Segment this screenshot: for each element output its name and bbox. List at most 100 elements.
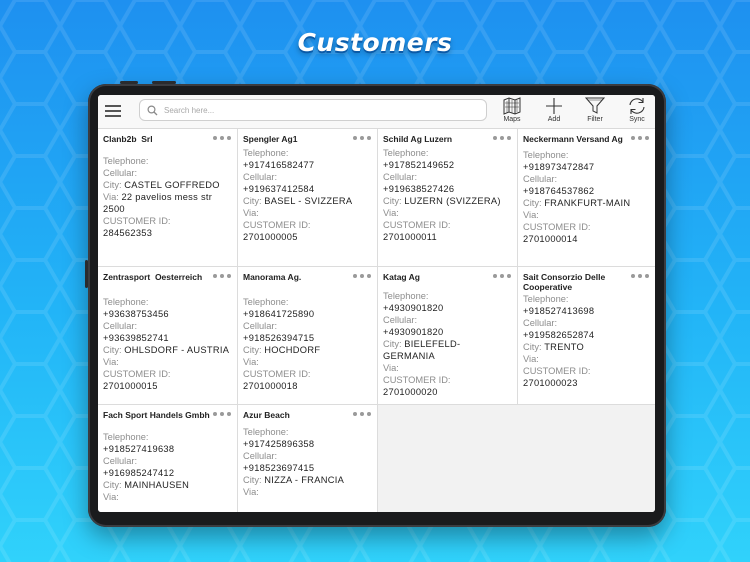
add-button[interactable]: Add bbox=[537, 96, 571, 127]
more-dots-icon[interactable] bbox=[353, 134, 373, 142]
more-dots-icon[interactable] bbox=[493, 272, 513, 280]
via-label: Via: bbox=[243, 208, 259, 218]
customer-id-value: 2701000020 bbox=[383, 387, 438, 397]
more-dots-icon[interactable] bbox=[493, 134, 513, 142]
cellular-value: +916985247412 bbox=[103, 468, 175, 478]
city-value: BASEL - SVIZZERA bbox=[264, 196, 353, 206]
telephone-label: Telephone: bbox=[383, 291, 429, 301]
via-label: Via: bbox=[103, 492, 119, 502]
customer-name: Clanb2b Srl bbox=[103, 134, 153, 144]
more-dots-icon[interactable] bbox=[213, 134, 233, 142]
telephone-label: Telephone: bbox=[523, 150, 569, 160]
filter-label: Filter bbox=[587, 116, 603, 123]
via-label: Via: bbox=[243, 487, 259, 497]
more-dots-icon[interactable] bbox=[353, 410, 373, 418]
cellular-value: +918523697415 bbox=[243, 463, 315, 473]
telephone-value: +4930901820 bbox=[383, 303, 444, 313]
telephone-value: +918973472847 bbox=[523, 162, 595, 172]
search-input[interactable] bbox=[164, 102, 474, 118]
cellular-value: +4930901820 bbox=[383, 327, 444, 337]
menu-icon[interactable] bbox=[105, 105, 121, 117]
city-row: City: BIELEFELD-GERMANIA bbox=[383, 338, 512, 362]
customer-id-value: 2701000023 bbox=[523, 378, 578, 388]
customer-card[interactable]: Manorama Ag. Telephone: +918641725890 Ce… bbox=[238, 267, 378, 405]
city-row: City: NIZZA - FRANCIA bbox=[243, 474, 372, 486]
customer-name: Katag Ag bbox=[383, 272, 420, 282]
city-value: CASTEL GOFFREDO bbox=[124, 180, 220, 190]
more-dots-icon[interactable] bbox=[631, 134, 651, 142]
page-headline: Customers bbox=[297, 28, 453, 57]
funnel-icon bbox=[585, 97, 605, 114]
telephone-value: +918527419638 bbox=[103, 444, 175, 454]
cellular-label: Cellular: bbox=[103, 456, 138, 466]
cellular-label: Cellular: bbox=[383, 172, 418, 182]
cellular-value: +919637412584 bbox=[243, 184, 315, 194]
telephone-value: +917425896358 bbox=[243, 439, 315, 449]
customer-id-label: CUSTOMER ID: bbox=[383, 375, 451, 385]
cellular-value: +919582652874 bbox=[523, 330, 595, 340]
telephone-label: Telephone: bbox=[383, 148, 429, 158]
cellular-label: Cellular: bbox=[243, 451, 278, 461]
telephone-label: Telephone: bbox=[243, 297, 289, 307]
customer-grid: Clanb2b Srl Telephone: Cellular: City: C… bbox=[98, 129, 655, 512]
customer-name: Spengler Ag1 bbox=[243, 134, 298, 144]
more-dots-icon[interactable] bbox=[213, 410, 233, 418]
customer-name: Azur Beach bbox=[243, 410, 290, 420]
customer-card[interactable]: Spengler Ag1 Telephone: +917416582477 Ce… bbox=[238, 129, 378, 267]
telephone-label: Telephone: bbox=[103, 156, 149, 166]
city-label: City: bbox=[523, 342, 542, 352]
customer-id-label: CUSTOMER ID: bbox=[103, 369, 171, 379]
customer-card[interactable]: Sait Consorzio Delle Cooperative Telepho… bbox=[518, 267, 655, 405]
telephone-value: +918641725890 bbox=[243, 309, 315, 319]
city-value: NIZZA - FRANCIA bbox=[264, 475, 345, 485]
more-dots-icon[interactable] bbox=[213, 272, 233, 280]
filter-button[interactable]: Filter bbox=[578, 96, 612, 127]
customer-card[interactable]: Zentrasport Oesterreich Telephone: +9363… bbox=[98, 267, 238, 405]
via-label: Via: bbox=[103, 192, 119, 202]
via-label: Via: bbox=[383, 363, 399, 373]
customer-card[interactable]: Neckermann Versand Ag Telephone: +918973… bbox=[518, 129, 655, 267]
maps-button[interactable]: Maps bbox=[495, 96, 529, 127]
telephone-value: +917416582477 bbox=[243, 160, 315, 170]
city-label: City: bbox=[383, 196, 402, 206]
telephone-label: Telephone: bbox=[243, 148, 289, 158]
customer-id-label: CUSTOMER ID: bbox=[243, 369, 311, 379]
maps-label: Maps bbox=[503, 116, 521, 123]
empty-grid-area bbox=[378, 405, 655, 512]
city-row: City: TRENTO bbox=[523, 341, 650, 353]
sync-icon bbox=[629, 98, 645, 114]
customer-card[interactable]: Schild Ag Luzern Telephone: +91785214965… bbox=[378, 129, 518, 267]
city-row: City: HOCHDORF bbox=[243, 344, 372, 356]
customer-id-label: CUSTOMER ID: bbox=[103, 216, 171, 226]
cellular-value: +919638527426 bbox=[383, 184, 455, 194]
city-label: City: bbox=[103, 480, 122, 490]
telephone-label: Telephone: bbox=[243, 427, 289, 437]
customer-card[interactable]: Clanb2b Srl Telephone: Cellular: City: C… bbox=[98, 129, 238, 267]
sync-button[interactable]: Sync bbox=[620, 96, 654, 127]
customer-name: Manorama Ag. bbox=[243, 272, 302, 282]
customer-card[interactable]: Katag Ag Telephone: +4930901820 Cellular… bbox=[378, 267, 518, 405]
via-label: Via: bbox=[103, 357, 119, 367]
customer-id-value: 2701000011 bbox=[383, 232, 438, 242]
via-label: Via: bbox=[383, 208, 399, 218]
customer-card[interactable]: Fach Sport Handels Gmbh Telephone: +9185… bbox=[98, 405, 238, 512]
tablet-top-button bbox=[120, 81, 138, 84]
more-dots-icon[interactable] bbox=[631, 272, 651, 280]
city-label: City: bbox=[243, 196, 262, 206]
telephone-label: Telephone: bbox=[103, 432, 149, 442]
city-row: City: MAINHAUSEN bbox=[103, 479, 232, 491]
city-value: FRANKFURT-MAIN bbox=[544, 198, 631, 208]
city-row: City: FRANKFURT-MAIN bbox=[523, 197, 650, 209]
customer-card[interactable]: Azur Beach Telephone: +917425896358 Cell… bbox=[238, 405, 378, 512]
city-label: City: bbox=[243, 345, 262, 355]
more-dots-icon[interactable] bbox=[353, 272, 373, 280]
cellular-value: +918764537862 bbox=[523, 186, 595, 196]
city-value: OHLSDORF - AUSTRIA bbox=[124, 345, 230, 355]
cellular-label: Cellular: bbox=[243, 172, 278, 182]
customer-id-value: 2701000005 bbox=[243, 232, 298, 242]
customer-id-value: 284562353 bbox=[103, 228, 153, 238]
city-row: City: OHLSDORF - AUSTRIA bbox=[103, 344, 232, 356]
via-label: Via: bbox=[523, 210, 539, 220]
customer-name: Schild Ag Luzern bbox=[383, 134, 453, 144]
search-icon bbox=[147, 105, 158, 116]
